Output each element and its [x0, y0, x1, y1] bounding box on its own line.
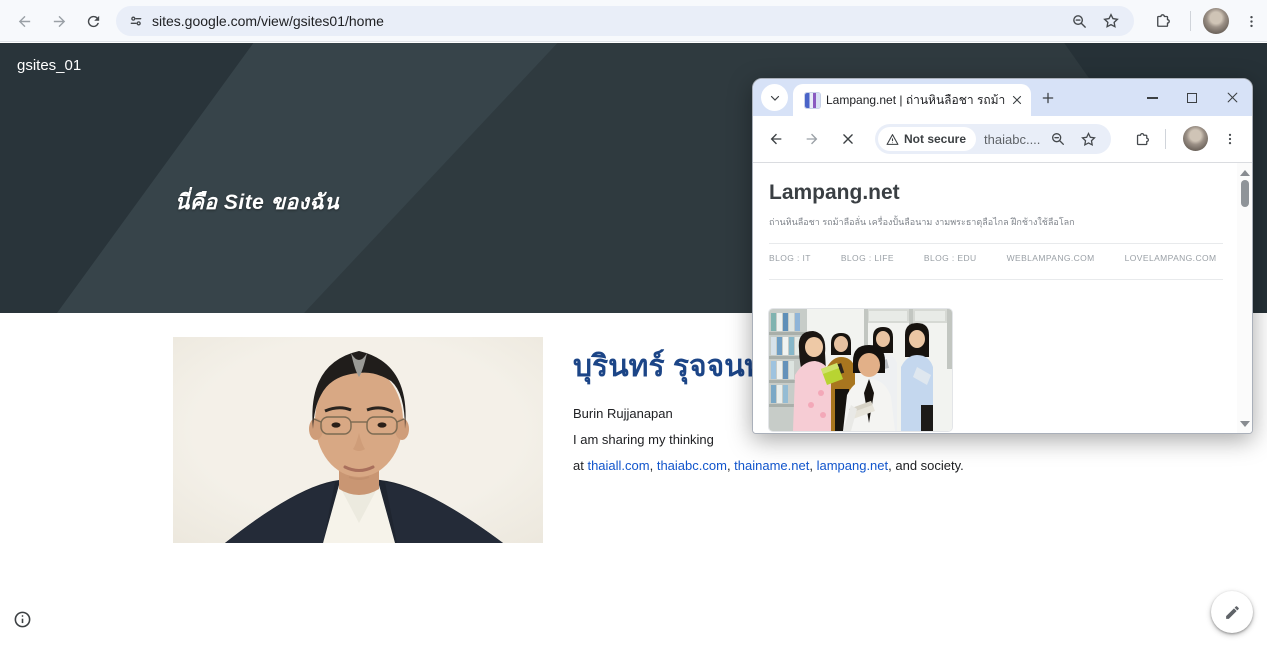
- menu-dots-icon[interactable]: [1238, 8, 1264, 34]
- url-text[interactable]: sites.google.com/view/gsites01/home: [152, 13, 1071, 29]
- link-separator: ,: [809, 458, 816, 473]
- close-window-button[interactable]: [1212, 79, 1252, 116]
- popup-profile-avatar[interactable]: [1183, 126, 1208, 151]
- site-settings-icon[interactable]: [128, 13, 144, 29]
- popup-page: Lampang.net ถ่านหินลือชา รถม้าลือลั่น เค…: [753, 163, 1252, 433]
- tab-close-icon[interactable]: [1011, 94, 1023, 106]
- link-thaiall[interactable]: thaiall.com: [587, 458, 649, 473]
- popup-back-icon[interactable]: [763, 126, 789, 152]
- site-name[interactable]: gsites_01: [17, 57, 81, 74]
- banner-tagline: นี่คือ Site ของฉัน: [175, 186, 339, 219]
- popup-window: Lampang.net | ถ่านหินลือชา รถม้า: [752, 78, 1253, 434]
- link-separator: ,: [650, 458, 657, 473]
- popup-menu-dots-icon[interactable]: [1217, 126, 1243, 152]
- popup-tab[interactable]: Lampang.net | ถ่านหินลือชา รถม้า: [793, 84, 1031, 116]
- popup-toolbar: Not secure thaiabc....: [753, 116, 1252, 163]
- popup-extensions-icon[interactable]: [1129, 126, 1155, 152]
- nav-blog-it[interactable]: BLOG : IT: [769, 253, 811, 263]
- divider: [769, 243, 1223, 244]
- minimize-button[interactable]: [1132, 79, 1172, 116]
- lampang-heading: Lampang.net: [769, 181, 900, 205]
- zoom-icon[interactable]: [1071, 13, 1088, 30]
- scroll-up-icon[interactable]: [1240, 170, 1250, 176]
- popup-url-text: thaiabc....: [984, 132, 1048, 147]
- link-lampang[interactable]: lampang.net: [817, 458, 889, 473]
- edit-fab-button[interactable]: [1211, 591, 1253, 633]
- info-icon[interactable]: [13, 610, 32, 629]
- nav-blog-life[interactable]: BLOG : LIFE: [841, 253, 894, 263]
- tab-search-button[interactable]: [761, 84, 788, 111]
- lampang-nav: BLOG : IT BLOG : LIFE BLOG : EDU WEBLAMP…: [769, 253, 1209, 263]
- not-secure-chip[interactable]: Not secure: [878, 127, 976, 151]
- browser-toolbar: sites.google.com/view/gsites01/home: [0, 0, 1267, 42]
- toolbar-separator: [1190, 11, 1191, 31]
- warning-icon: [886, 133, 899, 146]
- new-tab-icon[interactable]: [1035, 85, 1061, 111]
- reload-icon[interactable]: [80, 8, 106, 34]
- pencil-icon: [1224, 604, 1241, 621]
- url-bar[interactable]: sites.google.com/view/gsites01/home: [116, 6, 1134, 36]
- tab-title: Lampang.net | ถ่านหินลือชา รถม้า: [826, 91, 1005, 110]
- popup-url-bar[interactable]: Not secure thaiabc....: [875, 124, 1111, 154]
- divider: [769, 279, 1223, 280]
- nav-lovelampang[interactable]: LOVELAMPANG.COM: [1125, 253, 1217, 263]
- back-icon[interactable]: [11, 8, 37, 34]
- link-thainame[interactable]: thainame.net: [734, 458, 809, 473]
- maximize-button[interactable]: [1172, 79, 1212, 116]
- bio-line2: at thaiall.com, thaiabc.com, thainame.ne…: [573, 456, 1233, 476]
- scroll-down-icon[interactable]: [1240, 421, 1250, 427]
- bio-line2-prefix: at: [573, 458, 587, 473]
- popup-toolbar-separator: [1165, 129, 1166, 149]
- library-photo[interactable]: [769, 309, 952, 431]
- tab-favicon: [805, 93, 820, 108]
- bookmark-star-icon[interactable]: [1102, 12, 1120, 30]
- forward-icon[interactable]: [46, 8, 72, 34]
- portrait-photo: [173, 337, 543, 543]
- popup-bookmark-star-icon[interactable]: [1080, 131, 1097, 148]
- lampang-subtitle: ถ่านหินลือชา รถม้าลือลั่น เครื่องปั้นลือ…: [769, 215, 1209, 229]
- link-thaiabc[interactable]: thaiabc.com: [657, 458, 727, 473]
- extensions-icon[interactable]: [1150, 8, 1176, 34]
- popup-zoom-icon[interactable]: [1050, 131, 1066, 147]
- scrollbar-thumb[interactable]: [1241, 180, 1249, 207]
- window-controls: [1132, 79, 1252, 116]
- not-secure-label: Not secure: [904, 132, 966, 146]
- popup-tabstrip: Lampang.net | ถ่านหินลือชา รถม้า: [753, 79, 1252, 116]
- popup-stop-icon[interactable]: [835, 126, 861, 152]
- popup-scrollbar[interactable]: [1237, 163, 1252, 433]
- nav-weblampang[interactable]: WEBLAMPANG.COM: [1007, 253, 1095, 263]
- nav-blog-edu[interactable]: BLOG : EDU: [924, 253, 977, 263]
- popup-forward-icon[interactable]: [799, 126, 825, 152]
- bio-line2-suffix: , and society.: [888, 458, 964, 473]
- profile-avatar[interactable]: [1203, 8, 1229, 34]
